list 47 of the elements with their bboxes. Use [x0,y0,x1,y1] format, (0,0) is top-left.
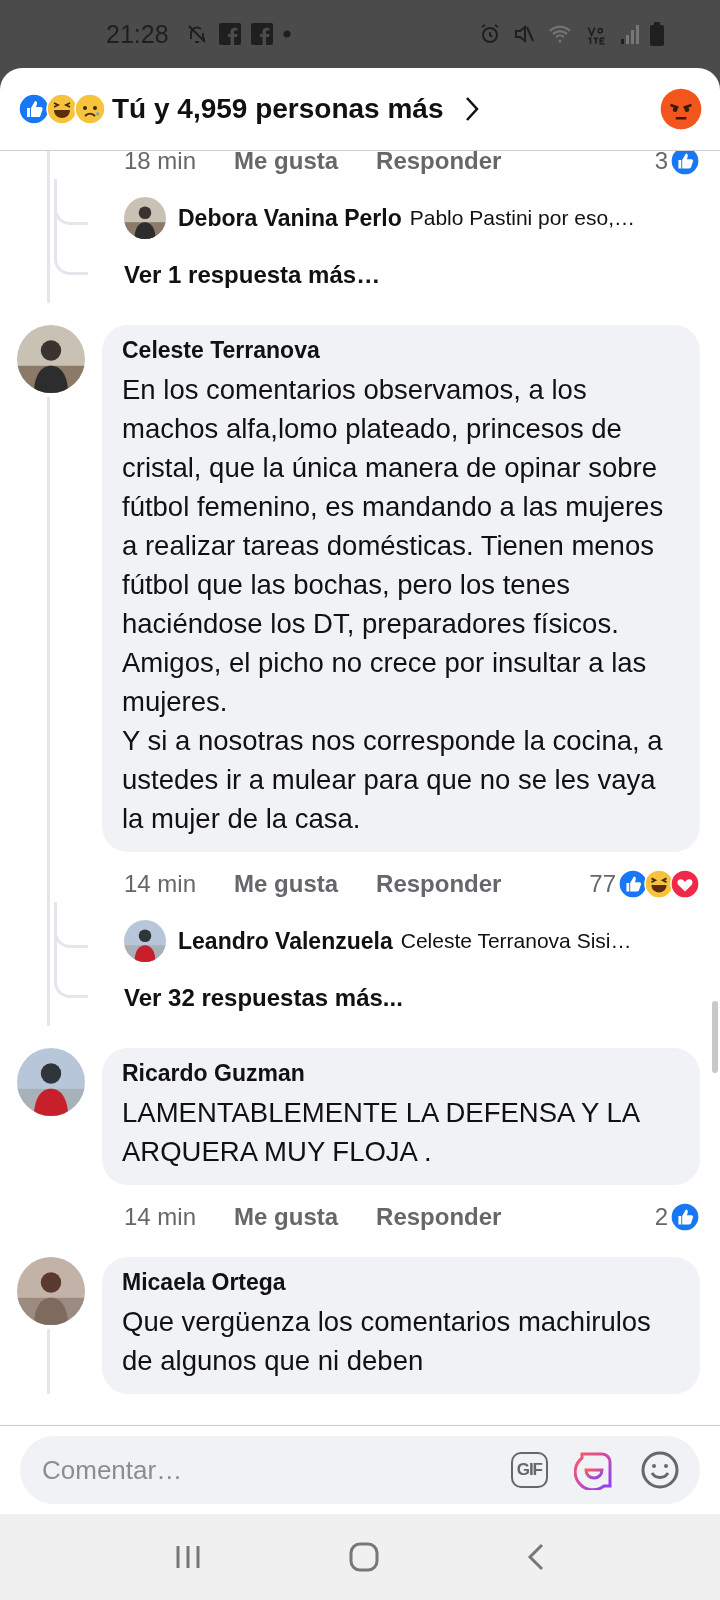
battery-icon [650,22,664,46]
reply-preview[interactable]: Pablo Pastini por eso,… [409,206,635,230]
like-icon [18,93,50,125]
scrollbar[interactable] [712,1001,718,1073]
laughing-face-icon [46,93,78,125]
comment-text: LAMENTABLEMENTE LA DEFENSA Y LA ARQUERA MUY FLOJA . [122,1096,641,1169]
dot-icon [282,30,291,38]
comment-text: Que vergüenza los comentarios machirulos de algunos que ni deben [122,1305,652,1378]
comment-time: 14 min [124,1203,197,1231]
reply-author[interactable]: Leandro Valenzuela [178,927,393,955]
sticker-icon[interactable] [574,1450,614,1490]
comment-time: 18 min [124,151,197,175]
comment-text: En los comentarios observamos, a los machos alfa,lomo plateado, princesos de cristal, que la única manera de opinar sobre fútbol femenino, es mandando a las mujeres a realizar tareas domésticas. Tienen menos fútbol que las bochas, pero los tenes haciéndose los DT, preparadores físicos. Amigos, el picho no crece por insultar a las mujeres. Y si a nosotras nos corresponde la cocina, a ustedes ir a mulear para que no se les vaya la mujer de la casa. [122,373,665,836]
like-link[interactable]: Me gusta [234,870,339,898]
comment-field[interactable]: Comentar… GIF [20,1436,700,1504]
comment-author[interactable]: Celeste Terranova [122,337,680,364]
mute-icon [512,22,536,46]
comment-author[interactable]: Ricardo Guzman [122,1060,680,1087]
reaction-count[interactable]: 77 [589,870,616,898]
more-replies-link[interactable]: Ver 1 respuesta más… [124,261,381,288]
signal-icon [620,23,640,45]
reply-link[interactable]: Responder [376,151,502,175]
comment-time: 14 min [124,870,197,898]
sad-face-icon [74,93,106,125]
reply-author[interactable]: Debora Vanina Perlo [178,204,402,232]
laughing-face-icon [644,869,674,899]
like-icon [670,1202,700,1232]
reactions-summary[interactable]: Tú y 4,959 personas más [112,93,444,125]
gif-button[interactable]: GIF [510,1452,548,1488]
reactions-summary-bar[interactable]: Tú y 4,959 personas más [0,68,720,151]
angry-face-icon[interactable] [660,88,702,130]
reaction-count[interactable]: 2 [654,1203,668,1231]
reaction-count[interactable]: 3 [654,151,668,175]
home-icon[interactable] [349,1542,379,1572]
like-link[interactable]: Me gusta [234,1203,339,1231]
reply-preview[interactable]: Celeste Terranova Sisi… [400,929,632,953]
like-icon [618,869,648,899]
chevron-right-icon[interactable] [463,95,480,123]
emoji-icon[interactable] [640,1450,680,1490]
comment-author[interactable]: Micaela Ortega [122,1269,680,1296]
facebook-icon [250,23,273,45]
facebook-icon [218,23,241,45]
reply-link[interactable]: Responder [376,870,502,898]
more-replies-link[interactable]: Ver 32 respuestas más... [124,984,403,1011]
like-icon [670,151,700,176]
reply-link[interactable]: Responder [376,1203,502,1231]
like-link[interactable]: Me gusta [234,151,339,175]
